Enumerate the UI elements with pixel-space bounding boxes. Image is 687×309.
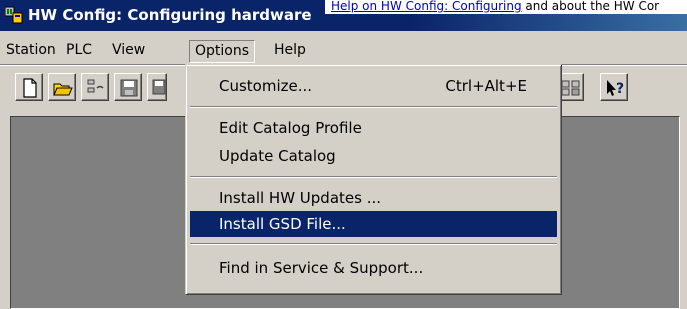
save-icon xyxy=(120,79,138,97)
network-button[interactable] xyxy=(81,73,109,101)
window-title: HW Config: Configuring hardware xyxy=(28,6,312,24)
menu-item-install-gsd-file[interactable]: Install GSD File... xyxy=(190,211,557,237)
title-bar[interactable]: HW Config: Configuring hardware Help on … xyxy=(0,0,687,31)
context-help-button[interactable]: ? xyxy=(600,73,628,101)
menu-separator xyxy=(190,243,557,245)
hw-config-app-icon xyxy=(4,6,23,24)
menu-view[interactable]: View xyxy=(109,41,148,60)
find-in-service-support-label: Find in Service & Support... xyxy=(219,259,424,277)
menu-station[interactable]: Station xyxy=(3,41,59,60)
customize-label: Customize... xyxy=(219,77,313,95)
save-compile-button[interactable] xyxy=(147,73,167,101)
menu-options[interactable]: Options xyxy=(189,40,256,63)
network-icon xyxy=(87,79,104,93)
menu-item-install-hw-updates[interactable]: Install HW Updates ... xyxy=(190,185,557,211)
save-button[interactable] xyxy=(114,73,142,101)
menu-item-customize[interactable]: Customize... Ctrl+Alt+E xyxy=(190,73,557,99)
open-button[interactable] xyxy=(48,73,76,101)
edit-catalog-profile-label: Edit Catalog Profile xyxy=(219,119,362,137)
context-help-icon: ? xyxy=(607,80,624,97)
install-hw-updates-label: Install HW Updates ... xyxy=(219,189,382,207)
svg-text:?: ? xyxy=(616,81,624,97)
module-info-icon xyxy=(561,80,580,96)
save-compile-icon xyxy=(152,79,166,95)
options-dropdown-menu: Customize... Ctrl+Alt+E Edit Catalog Pro… xyxy=(185,64,562,295)
menu-separator xyxy=(190,106,557,108)
menu-separator xyxy=(190,176,557,178)
menu-bar: Station PLC View Options Help xyxy=(0,36,687,65)
customize-shortcut: Ctrl+Alt+E xyxy=(445,77,527,95)
update-catalog-label: Update Catalog xyxy=(219,147,336,165)
hw-config-window: HW Config: Configuring hardware Help on … xyxy=(0,0,687,309)
menu-help[interactable]: Help xyxy=(271,41,309,60)
new-button[interactable] xyxy=(15,73,43,101)
menu-item-find-in-service-support[interactable]: Find in Service & Support... xyxy=(190,255,557,281)
install-gsd-file-label: Install GSD File... xyxy=(219,215,346,233)
open-icon xyxy=(53,83,73,96)
new-icon xyxy=(23,78,37,98)
help-link[interactable]: Help on HW Config: Configuring xyxy=(331,0,522,13)
menu-plc[interactable]: PLC xyxy=(63,41,95,60)
documentation-overlay-text: Help on HW Config: Configuring and about… xyxy=(325,0,687,14)
overlay-tail-text: and about the HW Cor xyxy=(521,0,660,13)
menu-item-edit-catalog-profile[interactable]: Edit Catalog Profile xyxy=(190,115,557,141)
menu-item-update-catalog[interactable]: Update Catalog xyxy=(190,143,557,169)
